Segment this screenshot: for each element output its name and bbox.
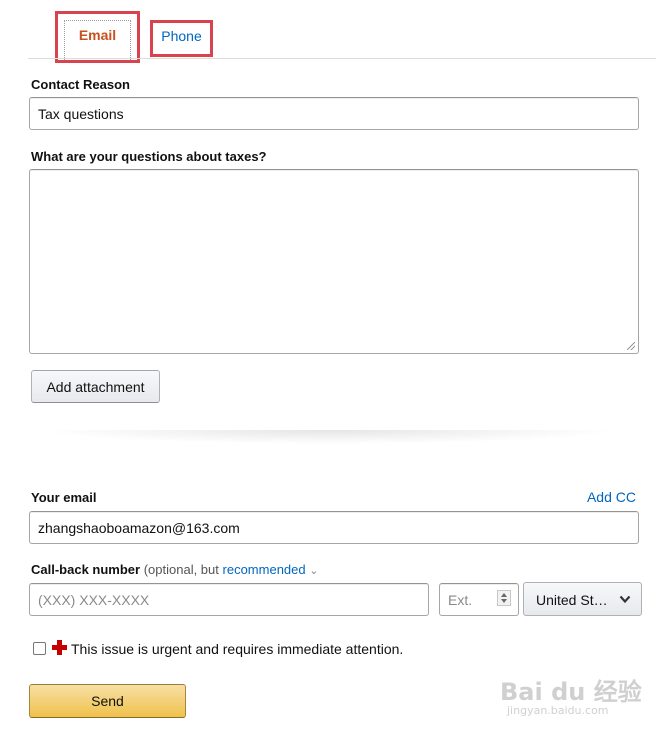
urgent-text: This issue is urgent and requires immedi… <box>71 641 404 657</box>
country-select-value: United St… <box>536 592 608 608</box>
callback-optional-text: (optional, but <box>143 562 219 577</box>
send-button[interactable]: Send <box>29 684 186 718</box>
chevron-down-icon <box>619 595 631 604</box>
add-attachment-button[interactable]: Add attachment <box>31 370 160 403</box>
urgent-checkbox[interactable] <box>33 642 46 655</box>
tab-email[interactable]: Email <box>55 11 140 63</box>
red-cross-icon <box>52 640 67 655</box>
country-select[interactable]: United St… <box>523 582 642 616</box>
questions-textarea-wrap <box>29 169 639 354</box>
phone-number-field[interactable] <box>29 583 429 616</box>
contact-reason-field[interactable] <box>29 97 639 130</box>
watermark-logo: Bai du 经验 <box>500 678 642 706</box>
questions-textarea[interactable] <box>29 169 639 354</box>
tab-phone[interactable]: Phone <box>150 20 213 57</box>
section-divider <box>40 430 620 444</box>
recommended-link[interactable]: recommended <box>223 562 306 577</box>
email-label: Your email <box>31 490 97 505</box>
questions-label: What are your questions about taxes? <box>31 149 267 164</box>
contact-reason-label: Contact Reason <box>31 77 130 92</box>
tab-phone-label: Phone <box>161 28 202 44</box>
watermark-url: jingyan.baidu.com <box>507 704 609 717</box>
resize-grip-icon[interactable] <box>627 342 635 350</box>
add-cc-link[interactable]: Add CC <box>587 489 636 505</box>
stepper-arrows-icon[interactable] <box>497 590 511 606</box>
chevron-down-icon: ⌄ <box>309 565 319 577</box>
callback-label: Call-back number <box>31 562 141 577</box>
email-field[interactable] <box>29 511 639 544</box>
ext-field-wrap <box>439 583 519 616</box>
tab-email-label: Email <box>78 27 117 43</box>
tab-divider <box>28 58 656 59</box>
callback-label-row: Call-back number (optional, but recommen… <box>31 562 318 577</box>
